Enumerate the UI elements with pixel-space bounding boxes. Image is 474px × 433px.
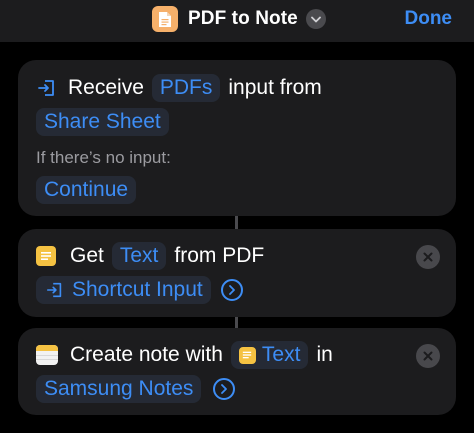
input-source-token[interactable]: Share Sheet xyxy=(36,108,169,136)
note-content-token[interactable]: Text xyxy=(230,341,309,369)
no-input-label: If there’s no input: xyxy=(36,148,171,167)
notes-app-token[interactable]: Samsung Notes xyxy=(36,375,202,403)
action-create-note-card: Create note with Text in Samsung Notes xyxy=(18,328,456,415)
top-bar: PDF to Note Done xyxy=(0,0,474,42)
text-icon xyxy=(36,246,56,266)
remove-action-button[interactable] xyxy=(416,245,440,269)
done-button[interactable]: Done xyxy=(405,8,453,30)
shortcut-title-menu[interactable]: PDF to Note xyxy=(152,6,326,32)
chevron-down-icon[interactable] xyxy=(305,9,326,29)
notes-app-icon xyxy=(36,345,58,365)
input-type-token[interactable]: PDFs xyxy=(151,74,221,102)
close-icon xyxy=(423,351,433,361)
input-icon xyxy=(36,77,58,99)
action-connector-text: input from xyxy=(228,76,322,99)
action-verb: Get xyxy=(70,244,104,267)
flow-connector xyxy=(235,317,238,328)
remove-action-button[interactable] xyxy=(416,344,440,368)
shortcut-title: PDF to Note xyxy=(188,8,298,29)
shortcut-input-label: Shortcut Input xyxy=(72,278,203,301)
no-input-fallback-token[interactable]: Continue xyxy=(36,176,137,204)
text-token[interactable]: Text xyxy=(111,242,167,270)
flow-connector xyxy=(235,216,238,229)
shortcut-input-token[interactable]: Shortcut Input xyxy=(36,276,211,304)
input-icon xyxy=(44,279,66,301)
note-content-label: Text xyxy=(261,343,301,366)
action-verb: Receive xyxy=(68,76,144,99)
close-icon xyxy=(423,252,433,262)
chevron-right-icon[interactable] xyxy=(213,378,236,400)
action-receive-card: Receive PDFs input from Share Sheet If t… xyxy=(18,60,456,216)
chevron-right-icon[interactable] xyxy=(220,279,243,301)
action-verb: Create note with xyxy=(70,343,223,366)
action-connector-text: in xyxy=(316,343,333,366)
action-get-text-card: Get Text from PDF Shortcut Input xyxy=(18,229,456,317)
text-icon xyxy=(238,346,256,364)
document-icon xyxy=(152,6,178,32)
action-connector-text: from PDF xyxy=(174,244,265,267)
